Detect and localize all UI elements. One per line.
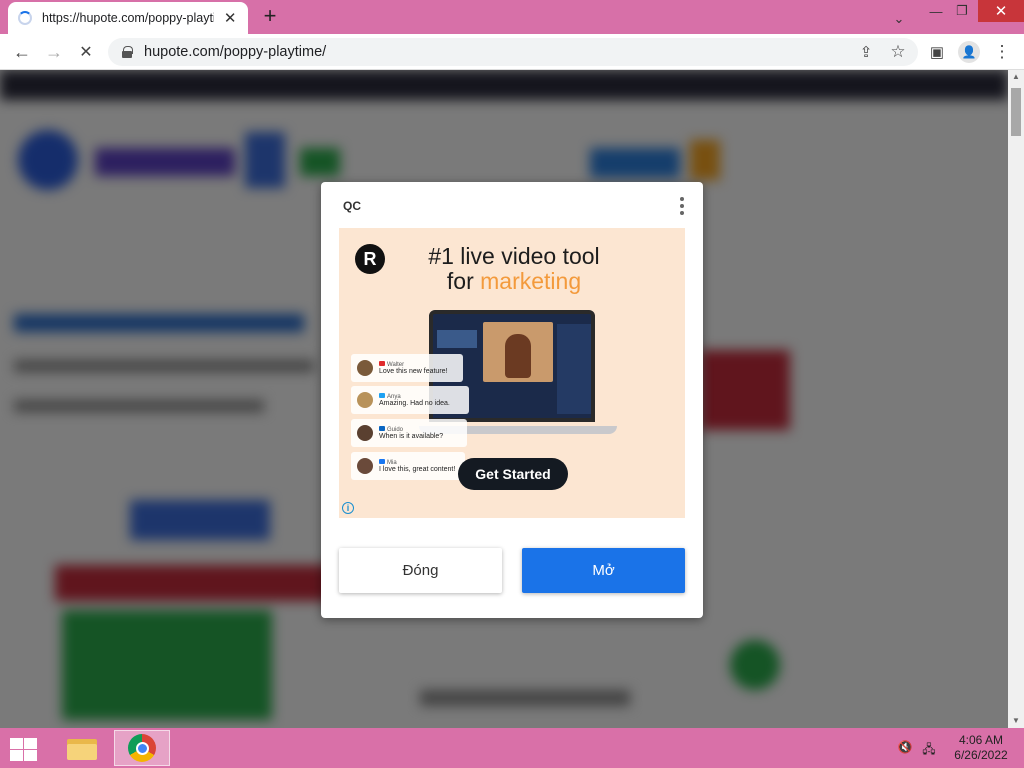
ad-options-kebab-icon[interactable] — [677, 196, 687, 216]
page-scrollbar[interactable]: ▲ ▼ — [1008, 70, 1024, 728]
interstitial-ad-modal: QC R #1 live video tool for marketing Wa… — [321, 182, 703, 618]
ad-label: QC — [343, 199, 361, 213]
tab-title: https://hupote.com/poppy-playtime/ — [42, 11, 214, 25]
platform-icon — [379, 459, 385, 464]
scroll-down-arrow-icon[interactable]: ▼ — [1008, 714, 1024, 728]
platform-icon — [379, 426, 385, 431]
new-tab-button[interactable]: + — [258, 5, 282, 28]
restore-button[interactable]: ❐ — [950, 0, 974, 22]
browser-title-bar: https://hupote.com/poppy-playtime/ ✕ + ⌄… — [0, 0, 1024, 34]
close-ad-button[interactable]: Đóng — [339, 548, 502, 593]
stop-loading-button[interactable]: ✕ — [74, 40, 98, 64]
ad-comment: Guido When is it available? — [351, 419, 467, 447]
chrome-icon — [128, 734, 156, 762]
scroll-up-arrow-icon[interactable]: ▲ — [1008, 70, 1024, 84]
bookmark-star-icon[interactable]: ☆ — [887, 41, 909, 63]
ad-info-icon[interactable]: i — [342, 502, 354, 514]
comment-message: Amazing. Had no idea. — [379, 400, 450, 407]
profile-avatar-icon[interactable]: 👤 — [958, 41, 980, 63]
ad-headline-accent: marketing — [480, 268, 582, 294]
clock-date: 6/26/2022 — [954, 748, 1008, 762]
back-button[interactable]: ← — [10, 40, 34, 64]
comment-message: When is it available? — [379, 433, 444, 440]
address-bar[interactable]: hupote.com/poppy-playtime/ — [108, 38, 918, 66]
ad-headline-for: for — [446, 268, 481, 294]
comment-message: I love this, great content! — [379, 466, 456, 473]
tab-search-chevron-icon[interactable]: ⌄ — [886, 8, 912, 30]
side-panel-icon[interactable]: ▣ — [926, 41, 948, 63]
close-window-button[interactable]: ✕ — [978, 0, 1024, 22]
ad-creative[interactable]: R #1 live video tool for marketing Walte… — [339, 228, 685, 518]
clock-time: 4:06 AM — [958, 733, 1004, 747]
system-clock[interactable]: 4:06 AM 6/26/2022 — [946, 733, 1016, 763]
network-icon[interactable]: 🖧 — [920, 740, 938, 756]
brand-logo: R — [355, 244, 385, 274]
share-icon[interactable]: ⇪ — [855, 41, 877, 63]
open-ad-button[interactable]: Mở — [522, 548, 685, 593]
scrollbar-thumb[interactable] — [1011, 88, 1021, 136]
windows-taskbar: 🔇 🖧 4:06 AM 6/26/2022 — [0, 728, 1024, 768]
tab-close-icon[interactable]: ✕ — [222, 9, 238, 27]
get-started-button[interactable]: Get Started — [458, 458, 568, 490]
folder-icon — [67, 736, 97, 760]
browser-toolbar: ← → ✕ hupote.com/poppy-playtime/ ⇪ ☆ ▣ 👤… — [0, 34, 1024, 70]
ad-headline-line1: #1 live video tool — [428, 243, 600, 269]
platform-icon — [379, 361, 385, 366]
address-url[interactable]: hupote.com/poppy-playtime/ — [144, 44, 326, 60]
windows-start-icon[interactable] — [8, 736, 38, 762]
browser-menu-icon[interactable]: ⋮ — [991, 41, 1013, 63]
ad-comment: Walter Love this new feature! — [351, 354, 463, 382]
ad-comment: Mia I love this, great content! — [351, 452, 465, 480]
loading-spinner-icon — [18, 11, 32, 25]
comment-message: Love this new feature! — [379, 368, 448, 375]
ad-headline-line2: for marketing — [399, 269, 629, 294]
volume-muted-icon[interactable]: 🔇 — [896, 740, 914, 756]
file-explorer-taskbar-button[interactable] — [54, 730, 110, 766]
minimize-button[interactable]: — — [924, 0, 948, 22]
ad-comment: Anya Amazing. Had no idea. — [351, 386, 469, 414]
platform-icon — [379, 393, 385, 398]
forward-button[interactable]: → — [42, 40, 66, 64]
ad-headline: #1 live video tool for marketing — [399, 244, 629, 294]
browser-tab[interactable]: https://hupote.com/poppy-playtime/ ✕ — [8, 2, 248, 34]
lock-icon[interactable] — [122, 46, 133, 58]
chrome-taskbar-button[interactable] — [114, 730, 170, 766]
